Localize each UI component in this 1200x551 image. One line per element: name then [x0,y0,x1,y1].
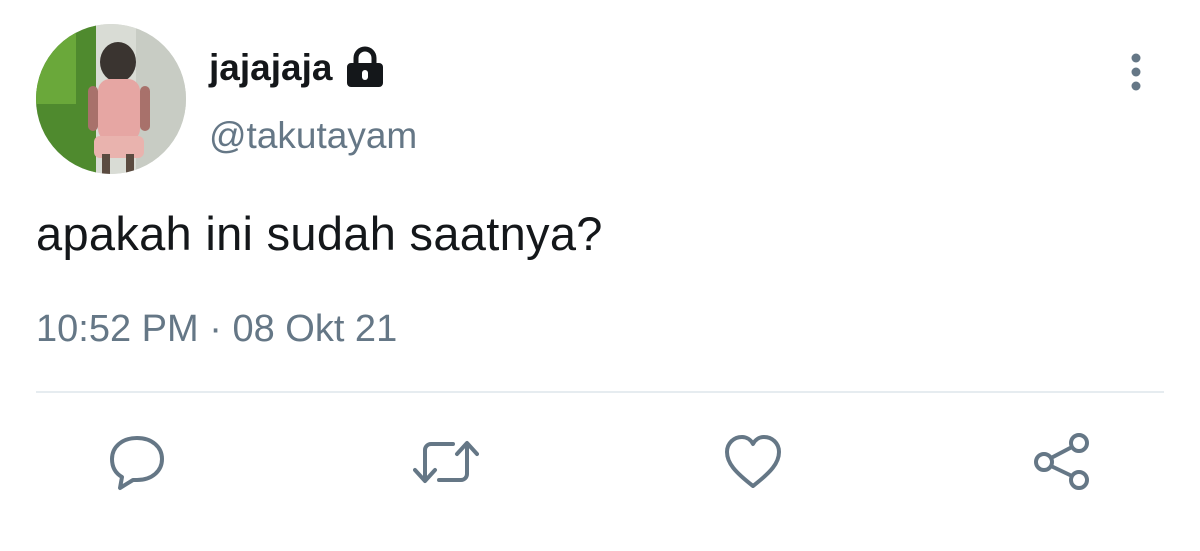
user-handle[interactable]: @takutayam [209,115,417,157]
more-vertical-icon[interactable] [1116,52,1156,96]
retweet-icon[interactable] [413,432,479,492]
avatar[interactable] [36,24,186,174]
display-name-row: jajajaja [209,42,388,94]
tweet-time: 10:52 PM [36,308,199,350]
display-name[interactable]: jajajaja [209,47,332,89]
reply-icon[interactable] [107,432,167,492]
tweet-text: apakah ini sudah saatnya? [36,207,603,260]
heart-icon[interactable] [723,432,783,492]
timestamp[interactable]: 10:52 PM · 08 Okt 21 [36,308,397,351]
tweet-card: jajajaja @takutayam apakah ini sudah saa… [0,0,1200,551]
avatar-image [36,24,186,174]
divider [36,391,1164,393]
lock-icon [342,46,388,90]
timestamp-separator: · [209,308,222,350]
tweet-date: 08 Okt 21 [232,308,398,350]
share-icon[interactable] [1032,432,1092,492]
